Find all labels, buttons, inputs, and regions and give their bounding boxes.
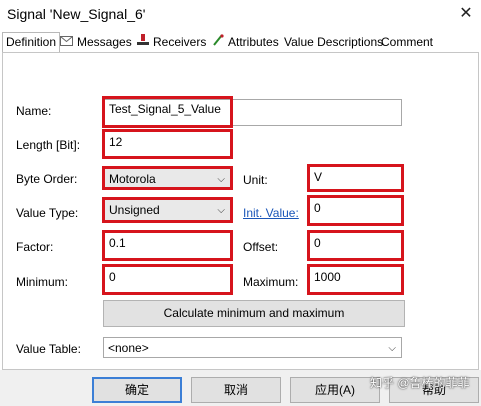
close-icon[interactable]: ✕	[456, 4, 476, 24]
name-value: Test_Signal_5_Value	[109, 102, 221, 116]
tab-bar: Definition Messages Receivers Attributes…	[2, 32, 433, 54]
tab-comment[interactable]: Comment	[381, 33, 433, 53]
init-value-link[interactable]: Init. Value:	[243, 205, 299, 221]
tab-messages-label: Messages	[77, 35, 132, 49]
offset-value: 0	[314, 236, 321, 250]
maximum-value: 1000	[314, 270, 341, 284]
tab-value-descriptions-label: Value Descriptions	[284, 35, 384, 49]
init-value-field[interactable]: 0	[307, 195, 404, 226]
watermark: 知乎 @鲁棒的菲菲	[370, 376, 470, 390]
tab-attributes[interactable]: Attributes	[212, 33, 279, 53]
chevron-down-icon: ⌵	[217, 174, 225, 185]
factor-value: 0.1	[109, 236, 126, 250]
maximum-label: Maximum:	[243, 275, 299, 289]
value-table-value: <none>	[108, 341, 149, 355]
byte-order-select[interactable]: Motorola ⌵	[102, 166, 233, 190]
name-field[interactable]: Test_Signal_5_Value	[102, 96, 233, 128]
tab-messages[interactable]: Messages	[60, 33, 132, 53]
offset-label: Offset:	[243, 240, 279, 254]
minimum-value: 0	[109, 270, 116, 284]
value-table-select[interactable]: <none> ⌵	[103, 337, 402, 358]
byte-order-value: Motorola	[109, 172, 156, 186]
unit-label: Unit:	[243, 173, 268, 187]
length-field[interactable]: 12	[102, 129, 233, 159]
window-title: Signal 'New_Signal_6'	[7, 6, 146, 22]
attribute-icon	[212, 33, 224, 52]
factor-field[interactable]: 0.1	[102, 230, 233, 261]
minimum-label: Minimum:	[16, 275, 69, 289]
value-type-select[interactable]: Unsigned ⌵	[102, 197, 233, 223]
init-value-value: 0	[314, 201, 321, 215]
tab-receivers[interactable]: Receivers	[137, 33, 206, 53]
tab-attributes-label: Attributes	[228, 35, 279, 49]
chevron-down-icon: ⌵	[217, 205, 225, 216]
minimum-field[interactable]: 0	[102, 264, 233, 295]
length-label: Length [Bit]:	[16, 138, 81, 152]
maximum-field[interactable]: 1000	[307, 264, 404, 295]
unit-value: V	[314, 170, 323, 184]
value-type-value: Unsigned	[109, 203, 160, 217]
tab-receivers-label: Receivers	[153, 35, 207, 49]
byte-order-label: Byte Order:	[16, 172, 78, 186]
name-label: Name:	[16, 104, 52, 118]
factor-label: Factor:	[16, 240, 54, 254]
tab-value-descriptions[interactable]: Value Descriptions	[284, 33, 383, 53]
tab-definition[interactable]: Definition	[2, 32, 61, 54]
cancel-button[interactable]: 取消	[191, 377, 281, 403]
tab-definition-label: Definition	[6, 35, 57, 49]
receiver-icon	[137, 33, 149, 52]
calculate-min-max-button[interactable]: Calculate minimum and maximum	[103, 300, 405, 327]
value-type-label: Value Type:	[16, 206, 79, 220]
ok-button[interactable]: 确定	[92, 377, 182, 403]
chevron-down-icon: ⌵	[388, 343, 396, 354]
value-table-label: Value Table:	[16, 342, 81, 356]
offset-field[interactable]: 0	[307, 230, 404, 261]
envelope-icon	[60, 33, 73, 52]
apply-button[interactable]: 应用(A)	[290, 377, 380, 403]
unit-field[interactable]: V	[307, 164, 404, 192]
tab-comment-label: Comment	[381, 35, 434, 49]
length-value: 12	[109, 135, 123, 149]
